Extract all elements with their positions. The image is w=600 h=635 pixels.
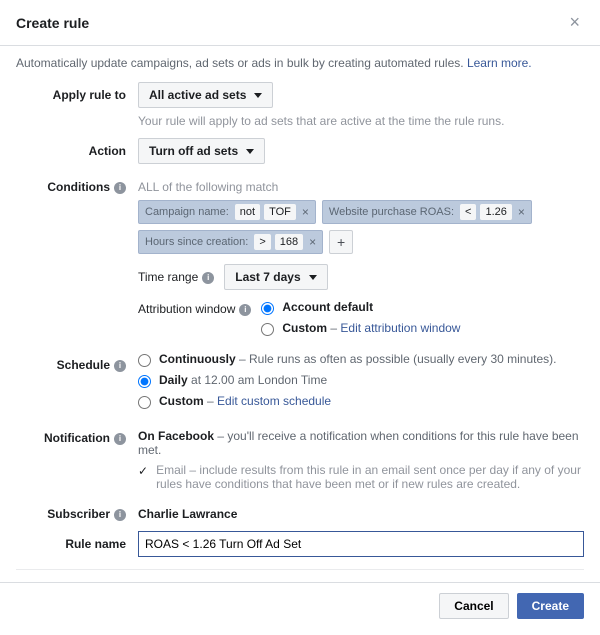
chip-remove-icon[interactable]: ×: [302, 206, 309, 218]
time-range-dropdown[interactable]: Last 7 days: [224, 264, 327, 290]
info-icon: i: [202, 272, 214, 284]
radio-input[interactable]: [138, 354, 151, 367]
edit-attribution-link[interactable]: Edit attribution window: [340, 321, 460, 335]
dialog-header: Create rule ×: [0, 0, 600, 46]
edit-schedule-link[interactable]: Edit custom schedule: [217, 394, 331, 408]
action-dropdown[interactable]: Turn off ad sets: [138, 138, 265, 164]
info-icon: i: [114, 182, 126, 194]
chevron-down-icon: [309, 275, 317, 280]
info-icon: i: [239, 304, 251, 316]
radio-input[interactable]: [138, 396, 151, 409]
subscriber-value: Charlie Lawrance: [138, 501, 237, 521]
cancel-button[interactable]: Cancel: [439, 593, 508, 619]
apply-rule-to-dropdown[interactable]: All active ad sets: [138, 82, 273, 108]
label-notification: Notificationi: [16, 425, 138, 491]
attribution-option[interactable]: Account default: [261, 300, 584, 315]
dialog-title: Create rule: [16, 15, 89, 31]
info-icon: i: [114, 433, 126, 445]
notification-email-row[interactable]: ✓ Email – include results from this rule…: [138, 463, 584, 491]
learn-more-link[interactable]: Learn more.: [467, 56, 532, 70]
schedule-option[interactable]: Daily at 12.00 am London Time: [138, 373, 584, 388]
notification-facebook: On Facebook – you'll receive a notificat…: [138, 429, 584, 457]
info-icon: i: [114, 509, 126, 521]
chevron-down-icon: [246, 149, 254, 154]
apply-rule-help: Your rule will apply to ad sets that are…: [138, 114, 584, 128]
label-schedule: Schedulei: [16, 352, 138, 415]
create-button[interactable]: Create: [517, 593, 584, 619]
radio-input[interactable]: [261, 323, 274, 336]
conditions-match-text: ALL of the following match: [138, 180, 584, 194]
schedule-option[interactable]: Continuously – Rule runs as often as pos…: [138, 352, 584, 367]
schedule-option[interactable]: Custom – Edit custom schedule: [138, 394, 584, 409]
label-apply-rule-to: Apply rule to: [16, 82, 138, 128]
condition-chip[interactable]: Website purchase ROAS: < 1.26 ×: [322, 200, 532, 224]
radio-input[interactable]: [138, 375, 151, 388]
radio-input[interactable]: [261, 302, 274, 315]
rule-name-input[interactable]: [138, 531, 584, 557]
chip-remove-icon[interactable]: ×: [518, 206, 525, 218]
add-condition-button[interactable]: +: [329, 230, 353, 254]
label-subscriber: Subscriberi: [16, 501, 138, 521]
label-time-range: Time rangei: [138, 270, 214, 284]
label-attribution-window: Attribution windowi: [138, 300, 251, 316]
dialog-footer: Cancel Create: [0, 582, 600, 629]
chip-remove-icon[interactable]: ×: [309, 236, 316, 248]
attribution-option[interactable]: Custom – Edit attribution window: [261, 321, 584, 336]
dialog-description: Automatically update campaigns, ad sets …: [0, 46, 600, 82]
check-icon[interactable]: ✓: [138, 464, 148, 478]
info-icon: i: [114, 360, 126, 372]
condition-chip[interactable]: Hours since creation: > 168 ×: [138, 230, 323, 254]
close-icon[interactable]: ×: [565, 12, 584, 33]
chevron-down-icon: [254, 93, 262, 98]
label-rule-name: Rule name: [16, 531, 138, 557]
divider: [16, 569, 584, 570]
label-action: Action: [16, 138, 138, 164]
label-conditions: Conditionsi: [16, 174, 138, 342]
condition-chip[interactable]: Campaign name: not TOF ×: [138, 200, 316, 224]
